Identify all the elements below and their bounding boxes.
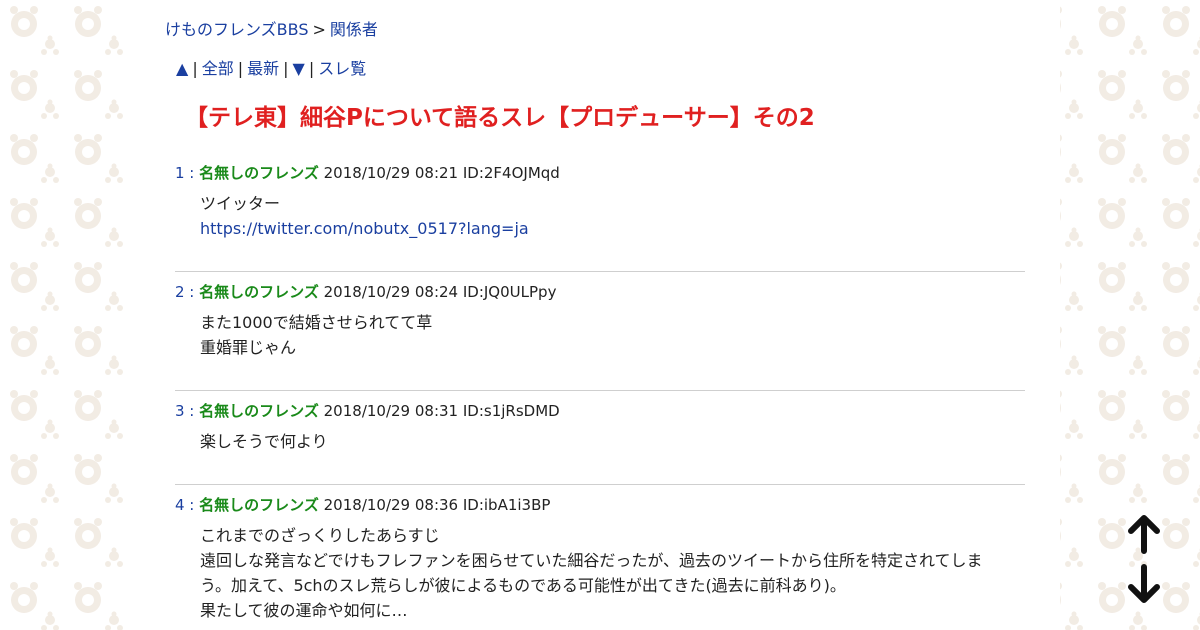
post-link[interactable]: https://twitter.com/nobutx_0517?lang=ja — [200, 216, 1025, 241]
post-line: 遠回しな発言などでけもフレファンを困らせていた細谷だったが、過去のツイートから住… — [200, 551, 983, 570]
post-line: う。加えて、5chのスレ荒らしが彼によるものである可能性が出てきた(過去に前科あ… — [200, 576, 846, 595]
post-body: 楽しそうで何より — [200, 429, 1025, 454]
post-header: 4 : 名無しのフレンズ 2018/10/29 08:36 ID:ibA1i3B… — [175, 494, 1025, 515]
poster-name: 名無しのフレンズ — [199, 496, 319, 514]
post-line: 楽しそうで何より — [200, 432, 328, 451]
post-divider — [175, 271, 1025, 272]
scroll-up-button[interactable] — [1126, 514, 1162, 554]
main-content: けものフレンズBBS > 関係者 ▲ | 全部 | 最新 | ▼ | スレ覧 【テレ東】細谷Pについ… — [135, 0, 1060, 630]
post: 3 : 名無しのフレンズ 2018/10/29 08:31 ID:s1jRsDM… — [175, 400, 1025, 454]
breadcrumb: けものフレンズBBS > 関係者 — [165, 16, 378, 40]
post: 2 : 名無しのフレンズ 2018/10/29 08:24 ID:JQ0ULPp… — [175, 281, 1025, 360]
post-number[interactable]: 3 : — [175, 402, 194, 420]
nav-up-link[interactable]: ▲ — [176, 59, 188, 78]
post-body: これまでのざっくりしたあらすじ 遠回しな発言などでけもフレファンを困らせていた細… — [200, 523, 1025, 623]
post-line: これまでのざっくりしたあらすじ — [200, 526, 440, 545]
post: 4 : 名無しのフレンズ 2018/10/29 08:36 ID:ibA1i3B… — [175, 494, 1025, 623]
poster-name: 名無しのフレンズ — [199, 283, 319, 301]
thread-nav: ▲ | 全部 | 最新 | ▼ | スレ覧 — [176, 55, 366, 79]
nav-divider: | — [308, 59, 315, 78]
post-number[interactable]: 2 : — [175, 283, 194, 301]
arrow-up-icon — [1128, 515, 1160, 554]
scroll-down-button[interactable] — [1126, 564, 1162, 604]
nav-thread-list-link[interactable]: スレ覧 — [318, 59, 366, 78]
post-meta: 2018/10/29 08:21 ID:2F4OJMqd — [323, 164, 560, 182]
nav-divider: | — [192, 59, 198, 78]
post-line: ツイッター — [200, 194, 281, 213]
breadcrumb-category-link[interactable]: 関係者 — [330, 20, 378, 39]
poster-name: 名無しのフレンズ — [199, 402, 319, 420]
post-meta: 2018/10/29 08:36 ID:ibA1i3BP — [323, 496, 551, 514]
nav-latest-link[interactable]: 最新 — [247, 59, 279, 78]
breadcrumb-separator: > — [312, 20, 326, 39]
nav-down-link[interactable]: ▼ — [293, 59, 305, 78]
post: 1 : 名無しのフレンズ 2018/10/29 08:21 ID:2F4OJMq… — [175, 162, 1025, 241]
post-header: 1 : 名無しのフレンズ 2018/10/29 08:21 ID:2F4OJMq… — [175, 162, 1025, 183]
post-divider — [175, 390, 1025, 391]
post-meta: 2018/10/29 08:31 ID:s1jRsDMD — [323, 402, 560, 420]
post-body: また1000で結婚させられてて草 重婚罪じゃん — [200, 310, 1025, 360]
thread-title: 【テレ東】細谷Pについて語るスレ【プロデューサー】その2 — [185, 105, 815, 131]
post-meta: 2018/10/29 08:24 ID:JQ0ULPpy — [323, 283, 557, 301]
post-divider — [175, 484, 1025, 485]
post-line: 果たして彼の運命や如何に… — [200, 601, 408, 620]
post-header: 2 : 名無しのフレンズ 2018/10/29 08:24 ID:JQ0ULPp… — [175, 281, 1025, 302]
breadcrumb-board-link[interactable]: けものフレンズBBS — [165, 20, 309, 39]
poster-name: 名無しのフレンズ — [199, 164, 319, 182]
nav-all-link[interactable]: 全部 — [202, 59, 234, 78]
post-header: 3 : 名無しのフレンズ 2018/10/29 08:31 ID:s1jRsDM… — [175, 400, 1025, 421]
nav-divider: | — [237, 59, 244, 78]
post-number[interactable]: 4 : — [175, 496, 194, 514]
post-body: ツイッター https://twitter.com/nobutx_0517?la… — [200, 191, 1025, 241]
post-number[interactable]: 1 : — [175, 164, 194, 182]
post-line: また1000で結婚させられてて草 — [200, 313, 433, 332]
nav-divider: | — [283, 59, 289, 78]
post-line: 重婚罪じゃん — [200, 338, 297, 357]
arrow-down-icon — [1128, 564, 1160, 603]
